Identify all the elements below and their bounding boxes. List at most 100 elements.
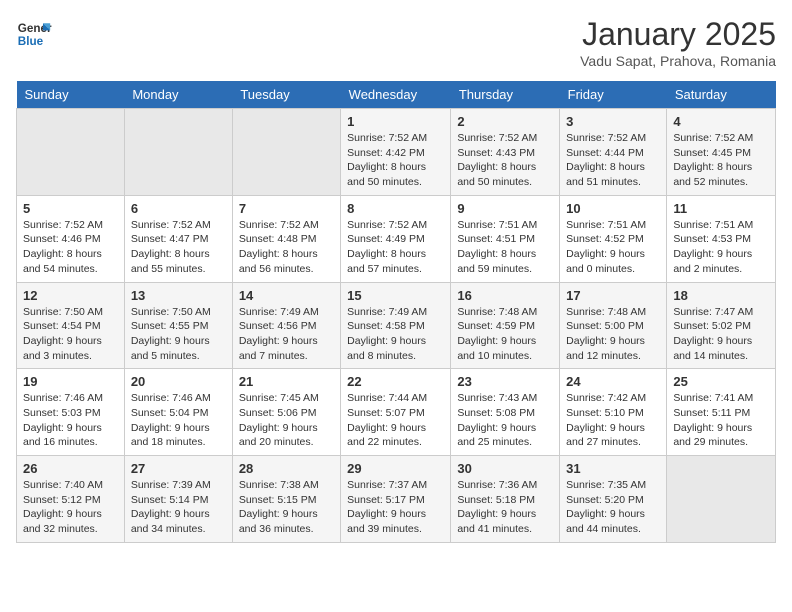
calendar-cell: 24Sunrise: 7:42 AM Sunset: 5:10 PM Dayli… [560,369,667,456]
day-info: Sunrise: 7:52 AM Sunset: 4:48 PM Dayligh… [239,218,334,277]
calendar-week-4: 19 Sunrise: 7:46 AM Sunset: 5:03 PM Dayli… [17,369,776,456]
calendar-cell: 21 Sunrise: 7:45 AM Sunset: 5:06 PM Dayli… [232,369,340,456]
day-header-sunday: Sunday [17,81,125,109]
day-info: Sunrise: 7:40 AM Sunset: 5:12 PM Dayligh… [23,478,118,537]
day-info: Sunrise: 7:41 AM Sunset: 5:11 PM Dayligh… [673,391,769,450]
location-subtitle: Vadu Sapat, Prahova, Romania [580,53,776,69]
day-number: 9 [457,201,553,216]
day-info: Sunrise: 7:52 AM Sunset: 4:45 PM Dayligh… [673,131,769,190]
day-info: Sunrise: 7:45 AM Sunset: 5:06 PM Dayligh… [239,391,334,450]
day-info: Sunrise: 7:52 AM Sunset: 4:46 PM Dayligh… [23,218,118,277]
calendar-cell: 12Sunrise: 7:50 AM Sunset: 4:54 PM Dayli… [17,282,125,369]
day-info: Sunrise: 7:52 AM Sunset: 4:49 PM Dayligh… [347,218,444,277]
day-info: Sunrise: 7:44 AM Sunset: 5:07 PM Dayligh… [347,391,444,450]
calendar-cell: 9 Sunrise: 7:51 AM Sunset: 4:51 PM Daylig… [451,195,560,282]
day-header-saturday: Saturday [667,81,776,109]
title-block: January 2025 Vadu Sapat, Prahova, Romani… [580,16,776,69]
day-number: 21 [239,374,334,389]
day-header-wednesday: Wednesday [341,81,451,109]
day-info: Sunrise: 7:48 AM Sunset: 4:59 PM Dayligh… [457,305,553,364]
day-info: Sunrise: 7:49 AM Sunset: 4:58 PM Dayligh… [347,305,444,364]
calendar-cell: 28Sunrise: 7:38 AM Sunset: 5:15 PM Dayli… [232,456,340,543]
calendar-week-2: 5 Sunrise: 7:52 AM Sunset: 4:46 PM Daylig… [17,195,776,282]
calendar-header-row: SundayMondayTuesdayWednesdayThursdayFrid… [17,81,776,109]
calendar-cell: 2Sunrise: 7:52 AM Sunset: 4:43 PM Daylig… [451,109,560,196]
calendar-cell [667,456,776,543]
day-number: 15 [347,288,444,303]
calendar-cell [124,109,232,196]
day-number: 11 [673,201,769,216]
page-header: General Blue January 2025 Vadu Sapat, Pr… [16,16,776,69]
calendar-cell: 8 Sunrise: 7:52 AM Sunset: 4:49 PM Daylig… [341,195,451,282]
day-number: 5 [23,201,118,216]
calendar-cell: 4Sunrise: 7:52 AM Sunset: 4:45 PM Daylig… [667,109,776,196]
calendar-cell: 16 Sunrise: 7:48 AM Sunset: 4:59 PM Dayli… [451,282,560,369]
logo-icon: General Blue [16,16,52,52]
calendar-cell [232,109,340,196]
day-number: 8 [347,201,444,216]
day-info: Sunrise: 7:36 AM Sunset: 5:18 PM Dayligh… [457,478,553,537]
calendar-cell: 29 Sunrise: 7:37 AM Sunset: 5:17 PM Dayli… [341,456,451,543]
day-number: 12 [23,288,118,303]
day-info: Sunrise: 7:51 AM Sunset: 4:53 PM Dayligh… [673,218,769,277]
day-info: Sunrise: 7:46 AM Sunset: 5:03 PM Dayligh… [23,391,118,450]
calendar-cell: 3 Sunrise: 7:52 AM Sunset: 4:44 PM Daylig… [560,109,667,196]
calendar-cell: 30 Sunrise: 7:36 AM Sunset: 5:18 PM Dayli… [451,456,560,543]
calendar-week-1: 1 Sunrise: 7:52 AM Sunset: 4:42 PM Daylig… [17,109,776,196]
calendar-cell: 19 Sunrise: 7:46 AM Sunset: 5:03 PM Dayli… [17,369,125,456]
day-number: 31 [566,461,660,476]
day-info: Sunrise: 7:47 AM Sunset: 5:02 PM Dayligh… [673,305,769,364]
calendar-cell: 25 Sunrise: 7:41 AM Sunset: 5:11 PM Dayli… [667,369,776,456]
day-info: Sunrise: 7:38 AM Sunset: 5:15 PM Dayligh… [239,478,334,537]
day-number: 23 [457,374,553,389]
day-number: 13 [131,288,226,303]
calendar-cell: 14Sunrise: 7:49 AM Sunset: 4:56 PM Dayli… [232,282,340,369]
day-info: Sunrise: 7:37 AM Sunset: 5:17 PM Dayligh… [347,478,444,537]
calendar-week-3: 12Sunrise: 7:50 AM Sunset: 4:54 PM Dayli… [17,282,776,369]
day-number: 3 [566,114,660,129]
calendar-cell: 18 Sunrise: 7:47 AM Sunset: 5:02 PM Dayli… [667,282,776,369]
day-info: Sunrise: 7:51 AM Sunset: 4:51 PM Dayligh… [457,218,553,277]
day-info: Sunrise: 7:52 AM Sunset: 4:44 PM Dayligh… [566,131,660,190]
svg-text:Blue: Blue [18,35,44,48]
day-number: 30 [457,461,553,476]
calendar-cell: 20 Sunrise: 7:46 AM Sunset: 5:04 PM Dayli… [124,369,232,456]
day-info: Sunrise: 7:39 AM Sunset: 5:14 PM Dayligh… [131,478,226,537]
calendar-body: 1 Sunrise: 7:52 AM Sunset: 4:42 PM Daylig… [17,109,776,543]
day-info: Sunrise: 7:50 AM Sunset: 4:55 PM Dayligh… [131,305,226,364]
day-number: 25 [673,374,769,389]
calendar-cell: 5 Sunrise: 7:52 AM Sunset: 4:46 PM Daylig… [17,195,125,282]
calendar-cell: 13 Sunrise: 7:50 AM Sunset: 4:55 PM Dayli… [124,282,232,369]
day-info: Sunrise: 7:49 AM Sunset: 4:56 PM Dayligh… [239,305,334,364]
day-number: 2 [457,114,553,129]
calendar-cell: 10 Sunrise: 7:51 AM Sunset: 4:52 PM Dayli… [560,195,667,282]
day-number: 18 [673,288,769,303]
day-header-friday: Friday [560,81,667,109]
day-info: Sunrise: 7:52 AM Sunset: 4:47 PM Dayligh… [131,218,226,277]
day-number: 29 [347,461,444,476]
day-header-tuesday: Tuesday [232,81,340,109]
day-info: Sunrise: 7:51 AM Sunset: 4:52 PM Dayligh… [566,218,660,277]
day-number: 19 [23,374,118,389]
day-number: 22 [347,374,444,389]
day-number: 6 [131,201,226,216]
day-info: Sunrise: 7:46 AM Sunset: 5:04 PM Dayligh… [131,391,226,450]
day-number: 20 [131,374,226,389]
calendar-cell: 26Sunrise: 7:40 AM Sunset: 5:12 PM Dayli… [17,456,125,543]
calendar-cell: 6 Sunrise: 7:52 AM Sunset: 4:47 PM Daylig… [124,195,232,282]
day-number: 17 [566,288,660,303]
month-title: January 2025 [580,16,776,53]
calendar-cell: 31 Sunrise: 7:35 AM Sunset: 5:20 PM Dayli… [560,456,667,543]
calendar-cell: 27Sunrise: 7:39 AM Sunset: 5:14 PM Dayli… [124,456,232,543]
day-info: Sunrise: 7:43 AM Sunset: 5:08 PM Dayligh… [457,391,553,450]
day-info: Sunrise: 7:35 AM Sunset: 5:20 PM Dayligh… [566,478,660,537]
day-number: 16 [457,288,553,303]
day-info: Sunrise: 7:52 AM Sunset: 4:42 PM Dayligh… [347,131,444,190]
calendar-cell: 15 Sunrise: 7:49 AM Sunset: 4:58 PM Dayli… [341,282,451,369]
day-number: 10 [566,201,660,216]
day-info: Sunrise: 7:42 AM Sunset: 5:10 PM Dayligh… [566,391,660,450]
logo: General Blue [16,16,52,52]
day-number: 1 [347,114,444,129]
calendar-cell: 23 Sunrise: 7:43 AM Sunset: 5:08 PM Dayli… [451,369,560,456]
day-number: 7 [239,201,334,216]
